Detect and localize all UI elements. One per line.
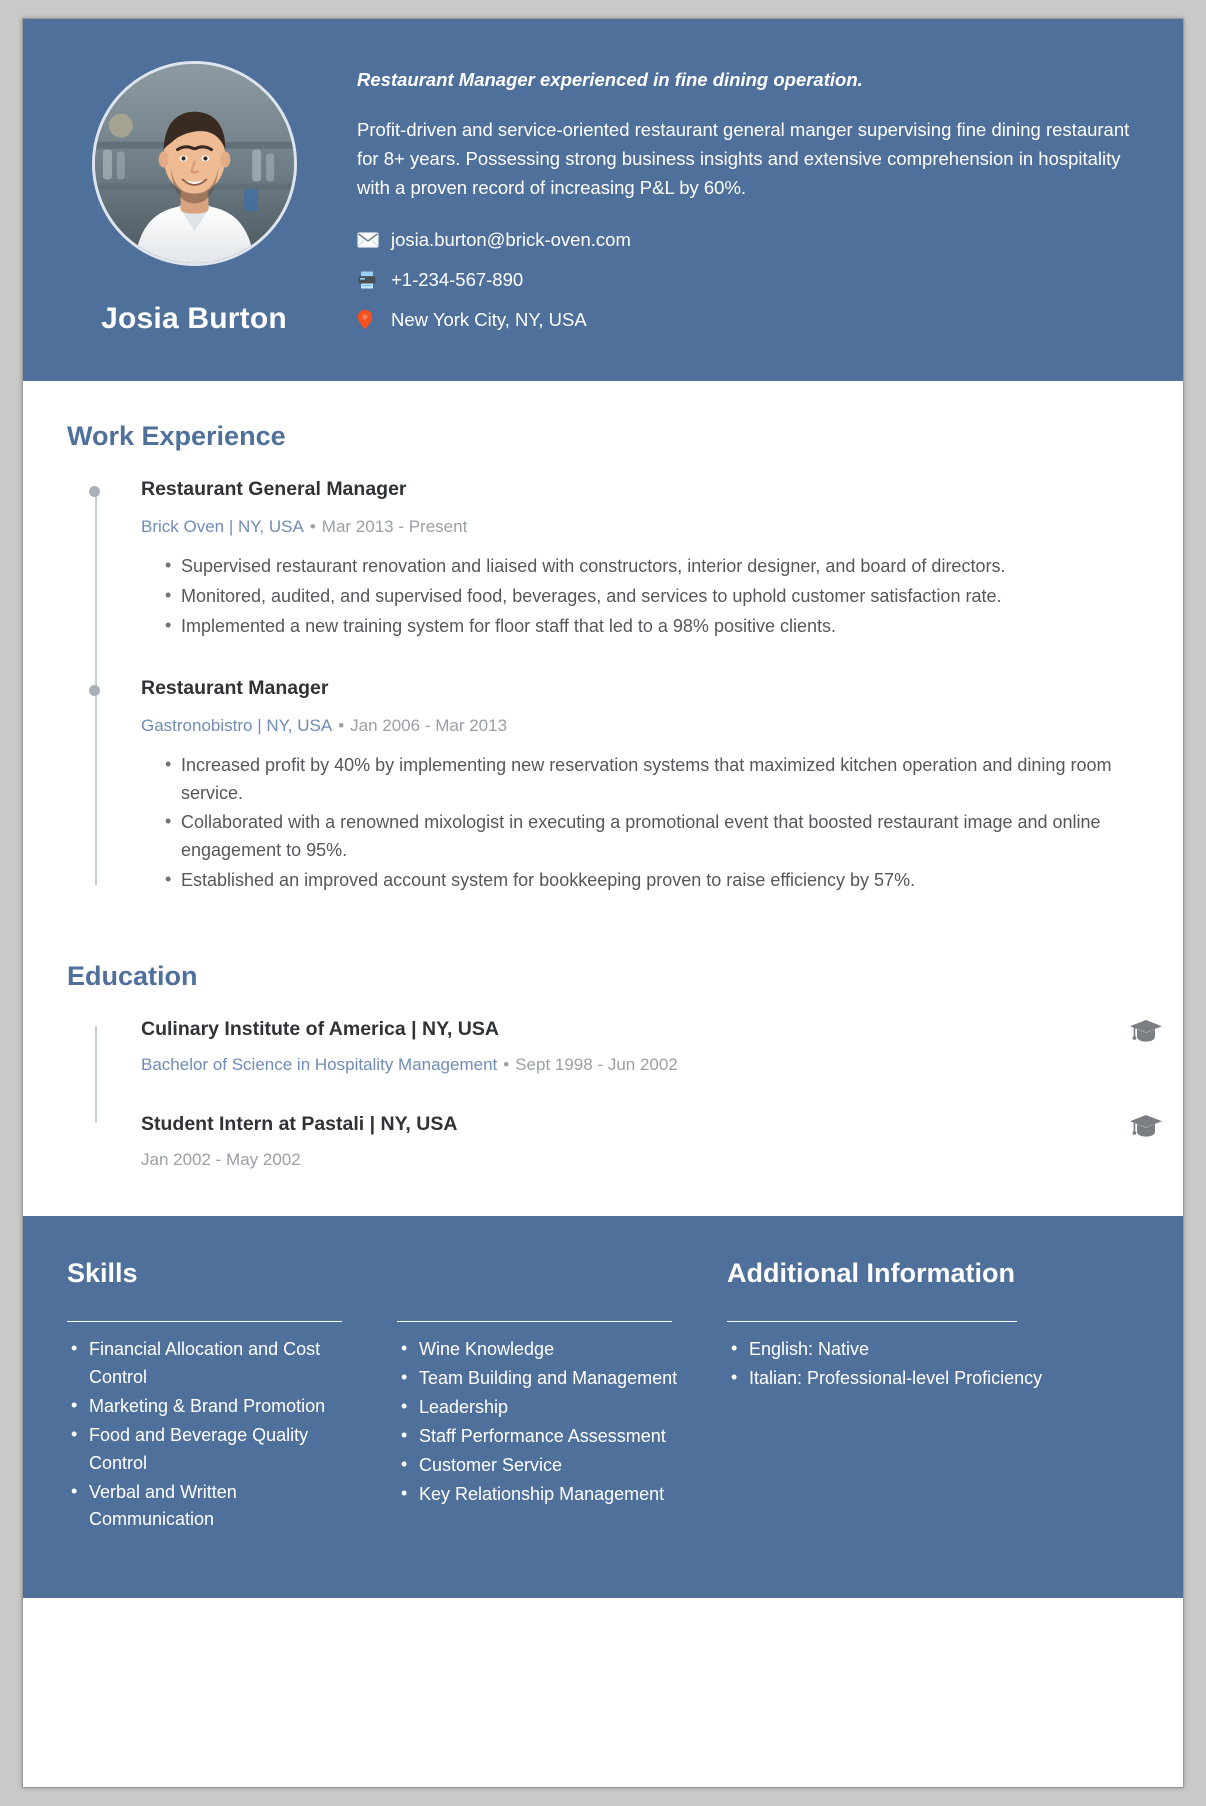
section-heading-additional: Additional Information [727, 1258, 1015, 1289]
resume-document: Josia Burton Restaurant Manager experien… [22, 18, 1184, 1788]
education-meta: Jan 2002 - May 2002 [141, 1150, 1143, 1170]
work-entry: Restaurant Manager Gastronobistro | NY, … [89, 676, 1143, 895]
section-heading-education: Education [67, 961, 198, 992]
page-title: Josia Burton [101, 302, 287, 335]
location-pin-icon [357, 309, 383, 330]
skill-item: Verbal and Written Communication [67, 1478, 363, 1535]
fax-icon-glyph [358, 271, 376, 289]
envelope-icon-glyph [357, 232, 379, 248]
work-bullet: Increased profit by 40% by implementing … [165, 751, 1143, 808]
skill-item: Wine Knowledge [397, 1335, 693, 1364]
skills-list-2: Wine Knowledge Team Building and Managem… [397, 1335, 693, 1509]
resume-header: Josia Burton Restaurant Manager experien… [23, 19, 1183, 381]
resume-footer: Skills Financial Allocation and Cost Con… [23, 1216, 1183, 1599]
graduation-cap-icon-glyph [1130, 1020, 1162, 1042]
contact-phone-value: +1-234-567-890 [391, 269, 524, 291]
additional-item: English: Native [727, 1335, 1139, 1364]
page-background: Josia Burton Restaurant Manager experien… [0, 0, 1206, 1806]
work-bullet: Established an improved account system f… [165, 866, 1143, 895]
education-section: Education Culinary Institute of America … [63, 961, 1162, 1170]
avatar [91, 61, 297, 266]
work-experience-section: Work Experience Restaurant General Manag… [63, 421, 1143, 895]
work-bullet: Collaborated with a renowned mixologist … [165, 808, 1143, 865]
skills-column-2: Wine Knowledge Team Building and Managem… [397, 1321, 727, 1535]
contact-email-value: josia.burton@brick-oven.com [391, 229, 631, 251]
meta-separator: • [309, 517, 316, 536]
graduation-cap-icon [1129, 1018, 1163, 1044]
resume-body: Work Experience Restaurant General Manag… [23, 381, 1183, 1217]
education-dates: Sept 1998 - Jun 2002 [515, 1055, 678, 1075]
work-organization: Brick Oven | NY, USA [141, 517, 304, 536]
work-dates: Jan 2006 - Mar 2013 [350, 715, 508, 735]
skill-item: Customer Service [397, 1451, 693, 1480]
contact-email[interactable]: josia.burton@brick-oven.com [357, 226, 1143, 254]
skills-list-1: Financial Allocation and Cost Control Ma… [67, 1335, 363, 1535]
work-bullet: Supervised restaurant renovation and lia… [165, 552, 1143, 581]
education-degree: Bachelor of Science in Hospitality Manag… [141, 1055, 498, 1075]
education-school: Student Intern at Pastali | NY, USA [141, 1113, 458, 1136]
education-entry: Culinary Institute of America | NY, USA … [141, 1018, 1162, 1075]
work-bullet: Implemented a new training system for fl… [165, 612, 1143, 641]
meta-separator: • [338, 715, 345, 735]
work-dates: Mar 2013 - Present [321, 517, 468, 536]
skill-item: Leadership [397, 1393, 693, 1422]
section-heading-skills: Skills [67, 1258, 138, 1289]
education-entry: Student Intern at Pastali | NY, USA Jan … [141, 1113, 1162, 1170]
skill-item: Key Relationship Management [397, 1480, 693, 1509]
location-pin-icon-glyph [357, 310, 373, 330]
skills-columns: Financial Allocation and Cost Control Ma… [67, 1321, 727, 1535]
timeline-dot [89, 486, 100, 497]
body-bottom-spacer [63, 1170, 1143, 1216]
headline: Restaurant Manager experienced in fine d… [357, 69, 863, 90]
work-role: Restaurant General Manager [141, 478, 407, 500]
graduation-cap-icon-glyph [1130, 1115, 1162, 1137]
timeline-line [95, 1026, 97, 1123]
meta-separator: • [503, 1055, 510, 1075]
skill-item: Team Building and Management [397, 1364, 693, 1393]
skill-item: Financial Allocation and Cost Control [67, 1335, 363, 1392]
work-meta: Gastronobistro | NY, USA • Jan 2006 - Mar … [141, 716, 1143, 736]
skill-item: Staff Performance Assessment [397, 1422, 693, 1451]
education-meta: Bachelor of Science in Hospitality Manag… [141, 1055, 1143, 1075]
work-timeline: Restaurant General Manager Brick Oven | … [63, 478, 1143, 895]
profile-photo-illustration [94, 64, 294, 263]
education-school: Culinary Institute of America | NY, USA [141, 1018, 499, 1041]
divider [397, 1321, 672, 1323]
additional-list: English: Native Italian: Professional-le… [727, 1335, 1139, 1393]
contact-location[interactable]: New York City, NY, USA [357, 306, 1143, 334]
profile-summary: Profit-driven and service-oriented resta… [357, 118, 1130, 198]
divider [67, 1321, 342, 1323]
header-left-column: Josia Burton [63, 55, 325, 351]
work-bullet: Monitored, audited, and supervised food,… [165, 582, 1143, 611]
work-organization: Gastronobistro | NY, USA [141, 715, 333, 735]
education-dates: Jan 2002 - May 2002 [141, 1150, 301, 1170]
divider [727, 1321, 1017, 1323]
fax-icon [357, 270, 383, 290]
header-right-column: Restaurant Manager experienced in fine d… [325, 55, 1143, 351]
envelope-icon [357, 232, 383, 248]
education-timeline: Culinary Institute of America | NY, USA … [63, 1018, 1162, 1170]
additional-information-section: Additional Information English: Native I… [727, 1258, 1139, 1538]
section-heading-work: Work Experience [67, 421, 286, 451]
skills-section: Skills Financial Allocation and Cost Con… [67, 1258, 727, 1538]
skill-item: Food and Beverage Quality Control [67, 1421, 363, 1478]
additional-item: Italian: Professional-level Proficiency [727, 1364, 1139, 1393]
skill-item: Marketing & Brand Promotion [67, 1392, 363, 1421]
timeline-dot [89, 684, 100, 696]
work-bullets: Supervised restaurant renovation and lia… [141, 552, 1143, 641]
work-meta: Brick Oven | NY, USA • Mar 2013 - Present [141, 517, 1143, 537]
contact-location-value: New York City, NY, USA [391, 308, 587, 330]
work-bullets: Increased profit by 40% by implementing … [141, 751, 1143, 895]
work-role: Restaurant Manager [141, 676, 329, 699]
graduation-cap-icon [1129, 1113, 1163, 1139]
work-entry: Restaurant General Manager Brick Oven | … [89, 478, 1143, 641]
skills-column-1: Financial Allocation and Cost Control Ma… [67, 1321, 397, 1535]
contact-phone[interactable]: +1-234-567-890 [357, 266, 1143, 294]
